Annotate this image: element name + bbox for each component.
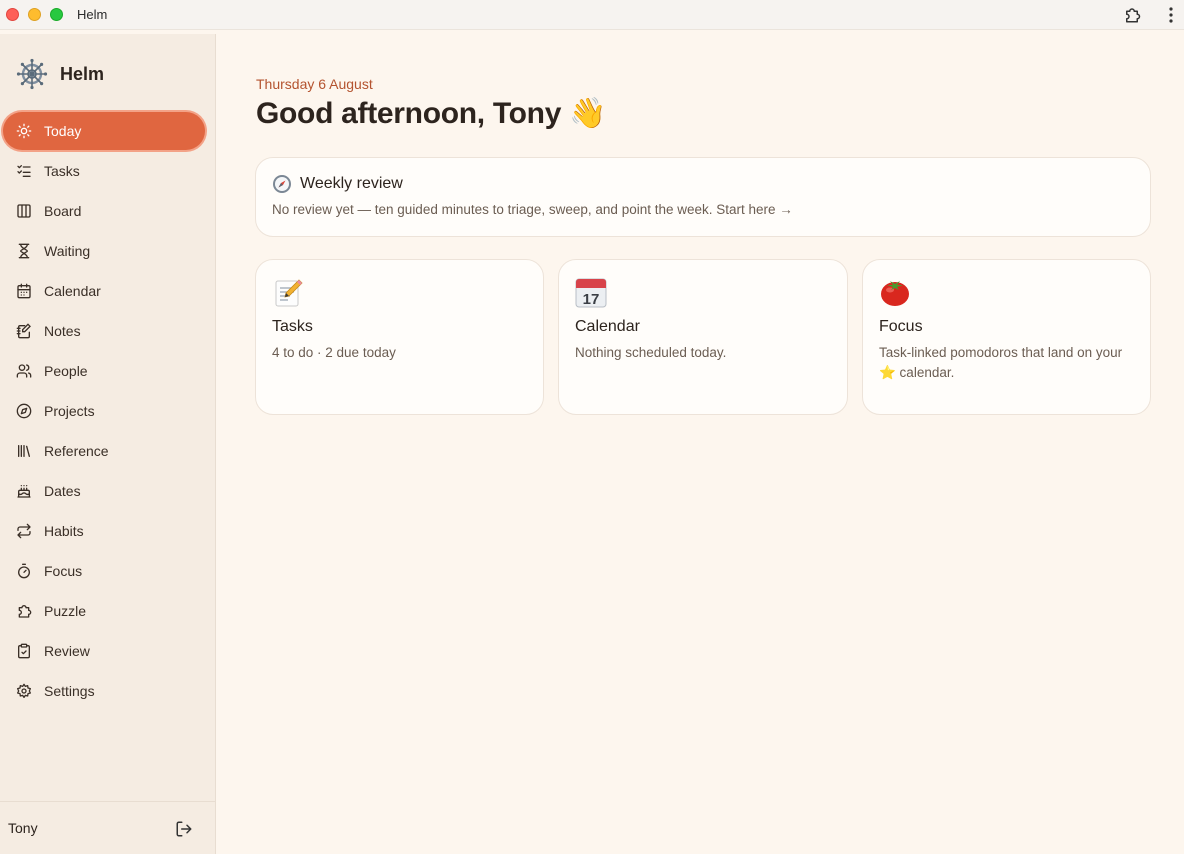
- puzzle-icon: [16, 603, 32, 619]
- sidebar-item-label: Puzzle: [44, 603, 87, 619]
- brand-name: Helm: [60, 63, 105, 84]
- close-window-button[interactable]: [6, 8, 19, 21]
- puzzle-icon: [1126, 8, 1141, 23]
- user-name: Tony: [8, 820, 38, 836]
- sidebar-item-puzzle[interactable]: Puzzle: [3, 592, 205, 630]
- sidebar-item-label: Today: [44, 123, 82, 139]
- sidebar: Helm Today Tasks Board Waiting Calendar …: [0, 34, 216, 854]
- sidebar-item-label: Settings: [44, 683, 95, 699]
- focus-tile-title: Focus: [879, 318, 923, 335]
- calendar-icon: [16, 283, 32, 299]
- sidebar-item-waiting[interactable]: Waiting: [3, 232, 205, 270]
- notebook-icon: [16, 323, 32, 339]
- sidebar-item-label: Focus: [44, 563, 83, 579]
- sidebar-item-label: Notes: [44, 323, 81, 339]
- compass-emoji-icon: [273, 175, 291, 193]
- sidebar-item-label: People: [44, 363, 88, 379]
- sidebar-item-focus[interactable]: Focus: [3, 552, 205, 590]
- sun-icon: [16, 123, 32, 139]
- sidebar-item-calendar[interactable]: Calendar: [3, 272, 205, 310]
- window-titlebar: Helm: [0, 0, 1184, 30]
- calendar-emoji-icon: 17: [575, 278, 607, 308]
- sidebar-item-dates[interactable]: Dates: [3, 472, 205, 510]
- repeat-icon: [16, 523, 32, 539]
- hourglass-icon: [16, 243, 32, 259]
- sidebar-item-label: Calendar: [44, 283, 101, 299]
- minimize-window-button[interactable]: [28, 8, 41, 21]
- sidebar-item-reference[interactable]: Reference: [3, 432, 205, 470]
- sidebar-item-label: Tasks: [44, 163, 80, 179]
- sidebar-item-review[interactable]: Review: [3, 632, 205, 670]
- sidebar-item-label: Projects: [44, 403, 95, 419]
- sidebar-item-label: Dates: [44, 483, 81, 499]
- current-date: Thursday 6 August: [256, 76, 373, 92]
- sidebar-footer: Tony: [0, 801, 215, 854]
- sidebar-item-people[interactable]: People: [3, 352, 205, 390]
- weekly-review-title: Weekly review: [300, 175, 403, 192]
- weekly-review-card[interactable]: Weekly review No review yet — ten guided…: [255, 157, 1151, 237]
- calendar-tile-subtitle: Nothing scheduled today.: [575, 345, 727, 360]
- sidebar-nav: Today Tasks Board Waiting Calendar Notes…: [3, 112, 205, 712]
- main-content: Thursday 6 August Good afternoon, Tony 👋…: [216, 34, 1184, 854]
- columns-icon: [16, 203, 32, 219]
- extensions-button[interactable]: [1118, 1, 1146, 29]
- sidebar-item-label: Reference: [44, 443, 109, 459]
- focus-tile-subtitle: Task-linked pomodoros that land on your …: [879, 345, 1123, 380]
- helm-wheel-logo-icon: [16, 58, 48, 90]
- tomato-emoji-icon: [881, 281, 909, 306]
- sidebar-item-projects[interactable]: Projects: [3, 392, 205, 430]
- sidebar-item-habits[interactable]: Habits: [3, 512, 205, 550]
- sidebar-item-label: Review: [44, 643, 90, 659]
- sidebar-item-notes[interactable]: Notes: [3, 312, 205, 350]
- brand: Helm: [16, 58, 104, 90]
- maximize-window-button[interactable]: [50, 8, 63, 21]
- svg-text:17: 17: [583, 291, 600, 308]
- more-menu-button[interactable]: [1158, 1, 1184, 29]
- calendar-tile[interactable]: 17 Calendar Nothing scheduled today.: [558, 259, 848, 415]
- memo-emoji-icon: [275, 279, 303, 307]
- tasks-tile-title: Tasks: [272, 318, 313, 335]
- more-vertical-icon: [1169, 7, 1173, 23]
- sidebar-item-board[interactable]: Board: [3, 192, 205, 230]
- weekly-review-text: No review yet — ten guided minutes to tr…: [272, 202, 793, 217]
- focus-tile[interactable]: Focus Task-linked pomodoros that land on…: [862, 259, 1151, 415]
- sidebar-item-tasks[interactable]: Tasks: [3, 152, 205, 190]
- compass-icon: [16, 403, 32, 419]
- tasks-tile[interactable]: Tasks 4 to do · 2 due today: [255, 259, 544, 415]
- people-icon: [16, 363, 32, 379]
- sidebar-item-label: Waiting: [44, 243, 91, 259]
- library-icon: [16, 443, 32, 459]
- sidebar-item-today[interactable]: Today: [3, 112, 205, 150]
- tasks-tile-subtitle: 4 to do · 2 due today: [272, 345, 396, 360]
- logout-icon[interactable]: [175, 820, 193, 838]
- list-checks-icon: [16, 163, 32, 179]
- sidebar-item-label: Habits: [44, 523, 84, 539]
- cake-icon: [16, 483, 32, 499]
- page-title: Good afternoon, Tony 👋: [256, 97, 607, 130]
- sidebar-item-label: Board: [44, 203, 82, 219]
- window-title: Helm: [77, 7, 108, 22]
- clipboard-icon: [16, 643, 32, 659]
- window-controls: [6, 8, 63, 21]
- sidebar-item-settings[interactable]: Settings: [3, 672, 205, 710]
- gear-icon: [16, 683, 32, 699]
- calendar-tile-title: Calendar: [575, 318, 640, 335]
- timer-icon: [16, 563, 32, 579]
